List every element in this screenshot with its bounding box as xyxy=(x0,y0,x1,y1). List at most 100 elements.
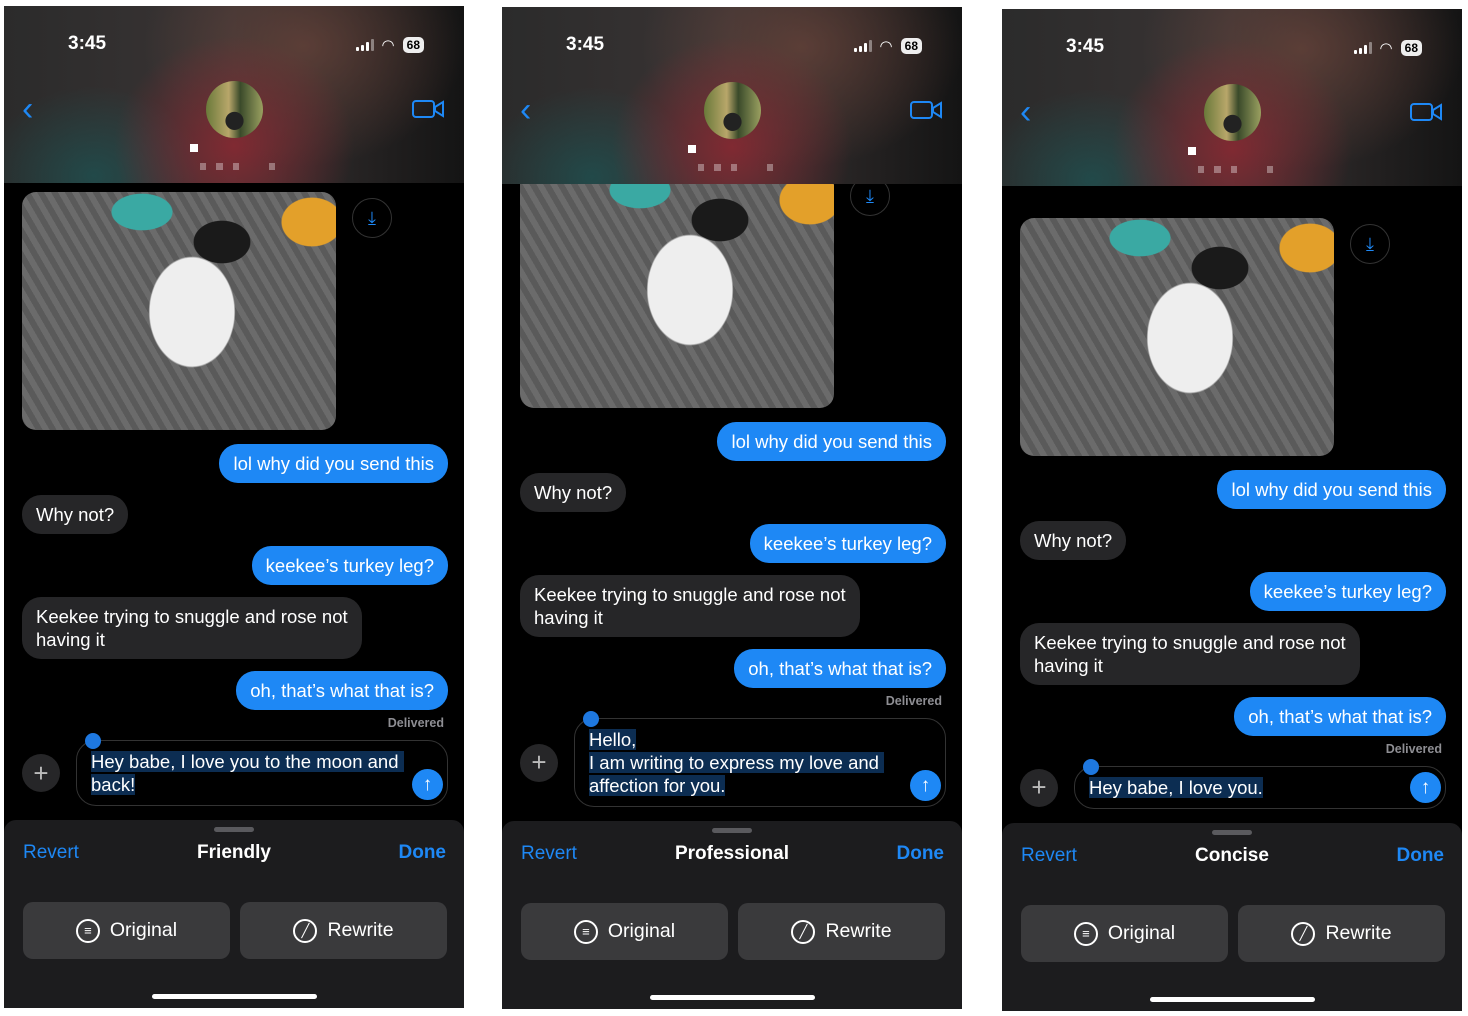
video-camera-icon[interactable] xyxy=(1410,102,1442,122)
wifi-icon: ◠ xyxy=(381,37,395,54)
video-camera-icon[interactable] xyxy=(412,99,444,119)
outgoing-message-bubble[interactable]: lol why did you send this xyxy=(717,422,946,461)
delivered-status: Delivered xyxy=(387,716,444,730)
revert-button[interactable]: Revert xyxy=(1021,845,1077,867)
cat-photo[interactable] xyxy=(22,192,336,430)
rewrite-icon: ╱ xyxy=(1291,921,1316,946)
wifi-icon: ◠ xyxy=(879,38,893,55)
compose-row: + Hey babe, I love you to the moon and b… xyxy=(22,733,448,806)
cat-photo[interactable] xyxy=(520,170,834,408)
incoming-message-bubble[interactable]: Keekee trying to snuggle and rose not ha… xyxy=(1020,623,1360,685)
revert-button[interactable]: Revert xyxy=(521,843,577,865)
incoming-message-bubble[interactable]: Keekee trying to snuggle and rose not ha… xyxy=(22,597,362,659)
arrow-up-icon[interactable]: ↑ xyxy=(910,770,941,801)
chevron-left-icon[interactable]: ‹ xyxy=(520,91,531,130)
rewrite-icon: ╱ xyxy=(293,918,318,943)
done-button[interactable]: Done xyxy=(399,842,447,864)
save-to-photos-icon[interactable]: ⤓ xyxy=(1350,224,1390,264)
battery-icon: 68 xyxy=(402,37,424,53)
home-indicator[interactable] xyxy=(152,994,317,999)
selection-start-handle[interactable] xyxy=(85,733,101,749)
incoming-message-bubble[interactable]: Why not? xyxy=(520,473,627,512)
original-text-icon: ≡ xyxy=(573,919,598,944)
contact-subtitle-redacted xyxy=(200,163,275,170)
plus-icon[interactable]: + xyxy=(1020,768,1058,807)
photo-message-row: ⤓ xyxy=(22,192,448,432)
arrow-up-icon[interactable]: ↑ xyxy=(412,769,443,800)
revert-button[interactable]: Revert xyxy=(23,842,79,864)
video-camera-icon[interactable] xyxy=(910,100,942,120)
compose-row: + Hey babe, I love you. ↑ xyxy=(1020,759,1446,809)
original-text-icon: ≡ xyxy=(1073,921,1098,946)
outgoing-message-bubble[interactable]: oh, that’s what that is? xyxy=(734,649,946,688)
plus-icon[interactable]: + xyxy=(22,754,60,792)
plus-icon[interactable]: + xyxy=(520,743,558,782)
selected-text[interactable]: Hello, I am writing to express my love a… xyxy=(589,729,885,796)
writing-tools-sheet: Friendly Revert Done ≡ Original ╱ Rewrite xyxy=(4,820,464,1008)
contact-subtitle-redacted xyxy=(1198,166,1273,173)
original-button[interactable]: ≡ Original xyxy=(23,902,230,959)
contact-name-redacted xyxy=(190,144,198,152)
home-indicator[interactable] xyxy=(1150,997,1315,1002)
status-time: 3:45 xyxy=(68,33,107,54)
outgoing-message-bubble[interactable]: oh, that’s what that is? xyxy=(1234,697,1446,736)
message-input[interactable]: Hey babe, I love you to the moon and bac… xyxy=(76,733,448,806)
done-button[interactable]: Done xyxy=(1397,845,1445,867)
conversation-header: 3:45 ◠ 68 ‹ xyxy=(502,7,962,184)
selection-start-handle[interactable] xyxy=(583,711,599,727)
original-text-icon: ≡ xyxy=(75,918,100,943)
message-input[interactable]: Hello, I am writing to express my love a… xyxy=(574,711,946,807)
delivered-status: Delivered xyxy=(1385,742,1442,756)
rewrite-button[interactable]: ╱ Rewrite xyxy=(738,903,945,960)
wifi-icon: ◠ xyxy=(1379,40,1393,57)
photo-message-row: ⤓ xyxy=(1020,218,1446,458)
home-indicator[interactable] xyxy=(650,995,815,1000)
chevron-left-icon[interactable]: ‹ xyxy=(22,90,33,129)
chevron-left-icon[interactable]: ‹ xyxy=(1020,93,1031,132)
arrow-up-icon[interactable]: ↑ xyxy=(1410,772,1441,803)
selected-text[interactable]: Hey babe, I love you. xyxy=(1089,777,1263,798)
outgoing-message-bubble[interactable]: lol why did you send this xyxy=(219,444,448,483)
writing-tools-sheet: Professional Revert Done ≡ Original ╱ Rewr… xyxy=(502,821,962,1009)
save-to-photos-icon[interactable]: ⤓ xyxy=(352,198,392,238)
done-button[interactable]: Done xyxy=(897,843,945,865)
contact-avatar[interactable] xyxy=(206,81,263,138)
rewrite-label: Rewrite xyxy=(327,919,394,941)
status-time: 3:45 xyxy=(566,34,605,55)
contact-name-redacted xyxy=(688,145,696,153)
selected-text[interactable]: Hey babe, I love you to the moon and bac… xyxy=(91,751,404,795)
original-label: Original xyxy=(607,920,676,942)
rewrite-button[interactable]: ╱ Rewrite xyxy=(240,902,447,959)
original-label: Original xyxy=(1107,922,1176,944)
contact-name-redacted xyxy=(1188,147,1196,155)
phone-screen: ⤓ lol why did you send this Why not? keeke… xyxy=(502,7,962,1009)
status-icons: ◠ 68 xyxy=(1353,39,1422,57)
original-button[interactable]: ≡ Original xyxy=(1021,905,1228,962)
conversation-header: 3:45 ◠ 68 ‹ xyxy=(4,6,464,183)
outgoing-message-bubble[interactable]: keekee’s turkey leg? xyxy=(749,524,946,563)
outgoing-message-bubble[interactable]: lol why did you send this xyxy=(1217,470,1446,509)
original-button[interactable]: ≡ Original xyxy=(521,903,728,960)
contact-avatar[interactable] xyxy=(1204,84,1261,141)
outgoing-message-bubble[interactable]: oh, that’s what that is? xyxy=(236,671,448,710)
selection-start-handle[interactable] xyxy=(1083,759,1099,775)
status-icons: ◠ 68 xyxy=(355,36,424,54)
incoming-message-bubble[interactable]: Keekee trying to snuggle and rose not ha… xyxy=(520,575,860,637)
outgoing-message-bubble[interactable]: keekee’s turkey leg? xyxy=(251,546,448,585)
incoming-message-bubble[interactable]: Why not? xyxy=(1020,521,1127,560)
message-input[interactable]: Hey babe, I love you. ↑ xyxy=(1074,759,1446,809)
sheet-grabber[interactable] xyxy=(712,828,752,833)
rewrite-label: Rewrite xyxy=(825,920,892,942)
cellular-signal-icon xyxy=(355,39,374,51)
cellular-signal-icon xyxy=(1353,42,1372,54)
battery-icon: 68 xyxy=(900,38,922,54)
cat-photo[interactable] xyxy=(1020,218,1334,456)
contact-avatar[interactable] xyxy=(704,82,761,139)
rewrite-button[interactable]: ╱ Rewrite xyxy=(1238,905,1445,962)
sheet-grabber[interactable] xyxy=(1212,830,1252,835)
delivered-status: Delivered xyxy=(885,694,942,708)
outgoing-message-bubble[interactable]: keekee’s turkey leg? xyxy=(1249,572,1446,611)
rewrite-icon: ╱ xyxy=(791,919,816,944)
incoming-message-bubble[interactable]: Why not? xyxy=(22,495,129,534)
sheet-grabber[interactable] xyxy=(214,827,254,832)
